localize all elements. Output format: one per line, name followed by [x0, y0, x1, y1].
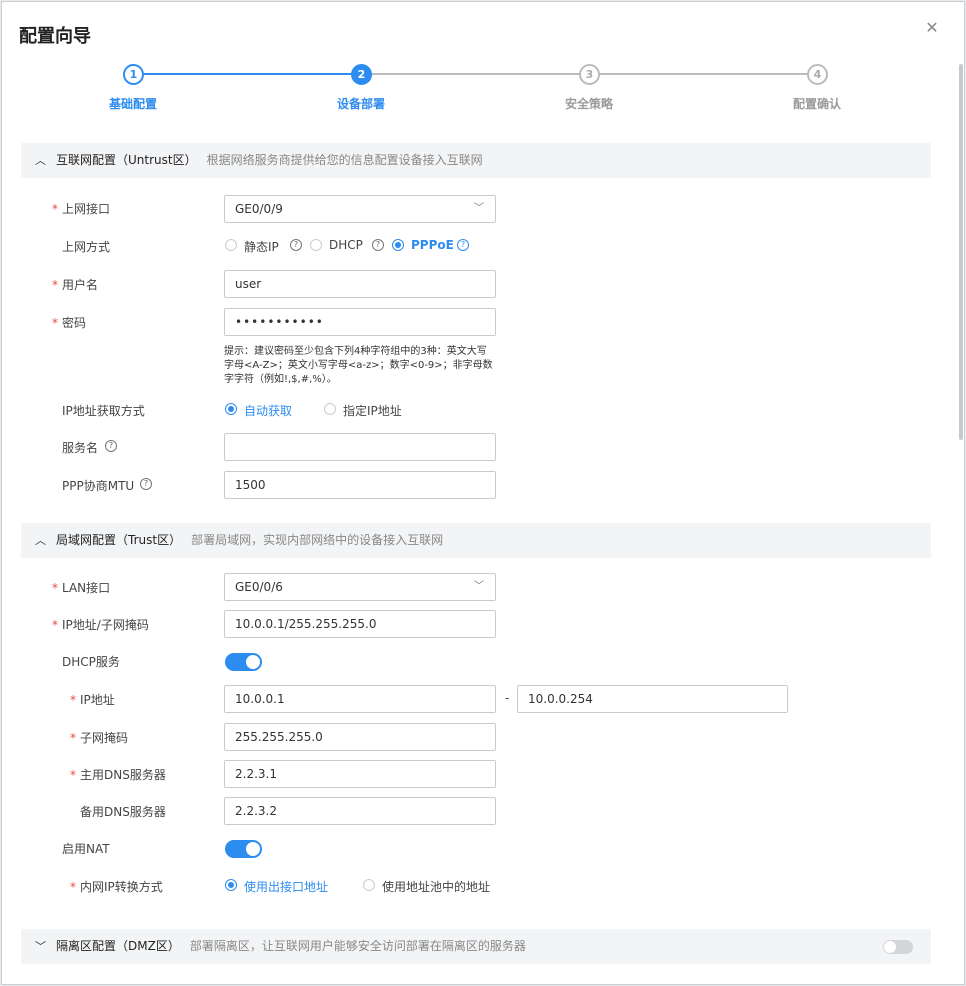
config-wizard-dialog: 配置向导 ✕ 1 2 3 4 基础配置 设备部署 安全策略 配置确认 ︿ 互联网… — [1, 1, 965, 985]
password-hint: 提示：建议密码至少包含下列4种字符组中的3种：英文大写字母<A-Z>；英文小写字… — [224, 346, 493, 385]
step-connector-3 — [600, 73, 808, 75]
ip-auto-radio[interactable] — [225, 403, 237, 415]
step-connector-2 — [372, 73, 580, 75]
internet-section-title: 互联网配置（Untrust区） — [56, 153, 197, 167]
dialog-title: 配置向导 — [19, 26, 91, 47]
help-icon[interactable]: ? — [140, 478, 152, 490]
chevron-down-icon[interactable]: ﹀ — [35, 929, 47, 964]
username-input[interactable]: user — [224, 270, 496, 298]
mode-pppoe-label[interactable]: PPPoE — [411, 238, 454, 252]
dmz-section-desc: 部署隔离区，让互联网用户能够安全访问部署在隔离区的服务器 — [189, 939, 526, 953]
lan-section-header[interactable]: ︿ 局域网配置（Trust区） 部署局域网，实现内部网络中的设备接入互联网 — [21, 523, 931, 558]
dhcp-pool-start-input[interactable]: 10.0.0.1 — [224, 685, 496, 713]
range-separator: - — [505, 691, 510, 705]
mtu-label: PPP协商MTU — [62, 479, 135, 493]
chevron-up-icon[interactable]: ︿ — [35, 143, 47, 178]
uplink-interface-label: * 上网接口 — [52, 202, 111, 216]
dns1-input[interactable]: 2.2.3.1 — [224, 760, 496, 788]
step-4-label[interactable]: 配置确认 — [757, 95, 877, 112]
help-icon[interactable]: ? — [105, 440, 117, 452]
step-connector-1 — [144, 73, 352, 75]
nat-pool-label[interactable]: 使用地址池中的地址 — [382, 878, 490, 895]
password-label: * 密码 — [52, 316, 87, 330]
help-icon[interactable]: ? — [372, 239, 384, 251]
step-3-circle[interactable]: 3 — [579, 64, 600, 85]
uplink-mode-label: 上网方式 — [62, 240, 111, 254]
uplink-interface-select[interactable]: GE0/0/9 ﹀ — [224, 195, 496, 223]
dhcp-toggle[interactable] — [225, 653, 262, 671]
step-2-label[interactable]: 设备部署 — [301, 95, 421, 112]
scrollbar-thumb[interactable] — [959, 64, 963, 440]
dmz-toggle[interactable] — [883, 940, 913, 954]
username-label: * 用户名 — [52, 278, 99, 292]
ip-auto-label[interactable]: 自动获取 — [244, 402, 292, 419]
nat-mode-label: * 内网IP转换方式 — [70, 880, 163, 894]
close-icon[interactable]: ✕ — [922, 18, 942, 38]
dns1-label: * 主用DNS服务器 — [70, 768, 166, 782]
internet-section-header[interactable]: ︿ 互联网配置（Untrust区） 根据网络服务商提供给您的信息配置设备接入互联网 — [21, 143, 931, 178]
ip-manual-radio[interactable] — [324, 403, 336, 415]
lan-ip-label: * IP地址/子网掩码 — [52, 618, 149, 632]
mode-pppoe-radio[interactable] — [392, 239, 404, 251]
dns2-label: 备用DNS服务器 — [80, 805, 166, 819]
chevron-up-icon[interactable]: ︿ — [35, 523, 47, 558]
service-name-label: 服务名 — [62, 441, 99, 455]
step-2-circle[interactable]: 2 — [351, 64, 372, 85]
mtu-input[interactable]: 1500 — [224, 471, 496, 499]
ip-acquire-label: IP地址获取方式 — [62, 404, 145, 418]
lan-section-title: 局域网配置（Trust区） — [56, 533, 182, 547]
chevron-down-icon: ﹀ — [474, 203, 484, 214]
step-3-label[interactable]: 安全策略 — [529, 95, 649, 112]
mode-dhcp-radio[interactable] — [310, 239, 322, 251]
lan-interface-label: * LAN接口 — [52, 581, 111, 595]
internet-section-desc: 根据网络服务商提供给您的信息配置设备接入互联网 — [206, 153, 483, 167]
dhcp-pool-label: * IP地址 — [70, 693, 115, 707]
mode-static-label[interactable]: 静态IP — [244, 238, 279, 255]
nat-label: 启用NAT — [62, 842, 110, 856]
step-1-label[interactable]: 基础配置 — [73, 95, 193, 112]
lan-interface-select[interactable]: GE0/0/6 ﹀ — [224, 573, 496, 601]
dmz-section-title: 隔离区配置（DMZ区） — [56, 939, 180, 953]
service-name-input[interactable] — [224, 433, 496, 461]
dns2-input[interactable]: 2.2.3.2 — [224, 797, 496, 825]
nat-egress-label[interactable]: 使用出接口地址 — [244, 878, 328, 895]
password-input[interactable]: ••••••••••• — [224, 308, 496, 336]
subnet-mask-label: * 子网掩码 — [70, 731, 129, 745]
mode-dhcp-label[interactable]: DHCP — [329, 238, 363, 252]
ip-manual-label[interactable]: 指定IP地址 — [343, 402, 402, 419]
nat-pool-radio[interactable] — [363, 879, 375, 891]
dhcp-pool-end-input[interactable]: 10.0.0.254 — [517, 685, 788, 713]
dmz-section-header[interactable]: ﹀ 隔离区配置（DMZ区） 部署隔离区，让互联网用户能够安全访问部署在隔离区的服务… — [21, 929, 931, 964]
help-icon[interactable]: ? — [290, 239, 302, 251]
help-icon[interactable]: ? — [457, 239, 469, 251]
lan-ip-input[interactable]: 10.0.0.1/255.255.255.0 — [224, 610, 496, 638]
step-1-circle[interactable]: 1 — [123, 64, 144, 85]
mode-static-radio[interactable] — [225, 239, 237, 251]
step-4-circle[interactable]: 4 — [807, 64, 828, 85]
lan-section-desc: 部署局域网，实现内部网络中的设备接入互联网 — [191, 533, 444, 547]
chevron-down-icon: ﹀ — [474, 581, 484, 592]
subnet-mask-input[interactable]: 255.255.255.0 — [224, 723, 496, 751]
nat-toggle[interactable] — [225, 840, 262, 858]
nat-egress-radio[interactable] — [225, 879, 237, 891]
dhcp-label: DHCP服务 — [62, 655, 120, 669]
